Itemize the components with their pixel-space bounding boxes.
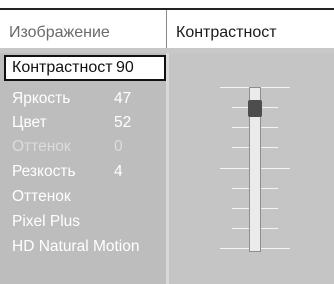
- menu-header: Изображение Контрастност: [0, 8, 334, 48]
- menu-item-label: Pixel Plus: [12, 213, 81, 230]
- slider-tick: [232, 208, 249, 209]
- menu-item-value: 4: [114, 163, 123, 180]
- menu-item-label: Цвет: [12, 114, 47, 131]
- menu-item-label: Яркость: [12, 90, 71, 107]
- top-strip: [0, 0, 334, 8]
- menu-item-label: Оттенок: [12, 188, 71, 205]
- menu-item-tint[interactable]: Оттенок: [0, 184, 166, 210]
- tv-picture-menu: Изображение Контрастност Контрастност 90…: [0, 0, 334, 284]
- slider-tick: [220, 248, 249, 249]
- slider-tick: [261, 208, 278, 209]
- menu-item-label: Контрастност: [12, 59, 113, 76]
- menu-item-value: 0: [114, 138, 123, 155]
- picture-settings-list: Контрастност 90 Яркость 47 Цвет 52 Оттен…: [0, 53, 166, 284]
- header-submenu-title: Контрастност: [176, 24, 277, 41]
- menu-item-color[interactable]: Цвет 52: [0, 110, 166, 136]
- menu-item-contrast[interactable]: Контрастност 90: [4, 55, 166, 81]
- slider-tick: [261, 228, 278, 229]
- slider-tick: [220, 168, 249, 169]
- menu-item-hue-disabled: Оттенок 0: [0, 134, 166, 160]
- menu-item-value: 90: [116, 59, 134, 76]
- menu-item-brightness[interactable]: Яркость 47: [0, 86, 166, 112]
- slider-tick: [232, 188, 249, 189]
- menu-item-sharpness[interactable]: Резкость 4: [0, 159, 166, 185]
- contrast-slider-thumb[interactable]: [248, 100, 262, 117]
- menu-item-value: 52: [114, 114, 132, 131]
- menu-item-pixel-plus[interactable]: Pixel Plus: [0, 209, 166, 235]
- menu-item-hd-natural-motion[interactable]: HD Natural Motion: [0, 234, 175, 260]
- slider-tick: [261, 168, 290, 169]
- slider-tick: [261, 87, 290, 88]
- slider-tick: [220, 87, 249, 88]
- slider-tick: [261, 248, 290, 249]
- menu-item-value: 47: [114, 90, 132, 107]
- menu-item-label: Оттенок: [12, 138, 71, 155]
- slider-tick: [261, 147, 278, 148]
- slider-tick: [232, 228, 249, 229]
- slider-tick: [232, 107, 249, 108]
- menu-item-label: Резкость: [12, 163, 76, 180]
- slider-tick: [261, 188, 278, 189]
- header-menu-title: Изображение: [0, 10, 167, 48]
- menu-item-label: HD Natural Motion: [12, 238, 140, 255]
- slider-tick: [261, 107, 278, 108]
- slider-tick: [232, 127, 249, 128]
- slider-tick: [261, 127, 278, 128]
- slider-tick: [232, 147, 249, 148]
